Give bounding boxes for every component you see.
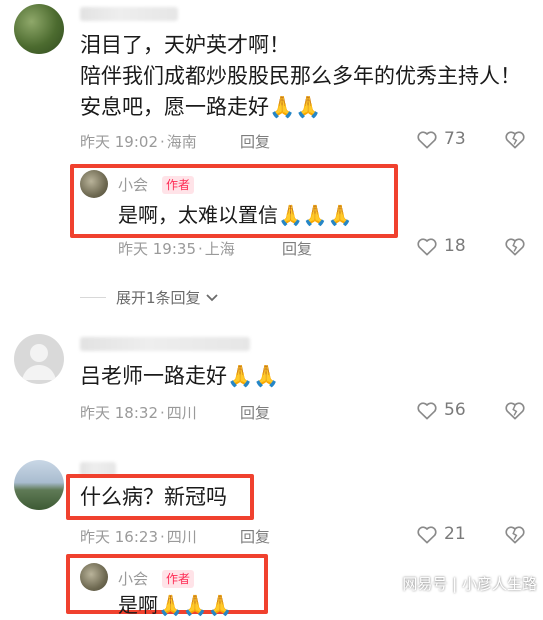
expand-divider	[80, 297, 106, 298]
comment-location: 海南	[166, 133, 197, 151]
like-button[interactable]: 56	[416, 400, 466, 420]
default-avatar-icon	[22, 344, 56, 380]
comment-time: 昨天 19:02	[80, 133, 158, 151]
expand-replies-button[interactable]: 展开1条回复	[116, 287, 219, 308]
like-count: 73	[444, 129, 466, 149]
like-button[interactable]: 18	[416, 236, 466, 256]
comment-location: 四川	[166, 528, 197, 546]
comment-line: 泪目了，天妒英才啊！	[80, 33, 290, 57]
comment-meta: 昨天 19:35 · 上海	[118, 240, 235, 258]
dislike-button[interactable]	[504, 400, 526, 424]
reply-button[interactable]: 回复	[240, 526, 270, 547]
heart-icon	[417, 131, 437, 149]
like-button[interactable]: 73	[416, 129, 466, 149]
reply-button[interactable]: 回复	[282, 238, 312, 259]
reply-text: 是啊🙏🙏🙏	[118, 593, 233, 617]
commenter-avatar[interactable]	[14, 334, 64, 384]
like-count: 21	[444, 524, 466, 544]
comment-line: 陪伴我们成都炒股股民那么多年的优秀主持人！	[80, 64, 521, 88]
broken-heart-icon	[505, 402, 525, 420]
author-avatar[interactable]	[80, 563, 108, 591]
like-count: 56	[444, 400, 466, 420]
comment-time: 昨天 18:32	[80, 404, 158, 422]
comment-time: 昨天 19:35	[118, 240, 196, 258]
author-avatar[interactable]	[80, 170, 108, 198]
heart-icon	[417, 402, 437, 420]
broken-heart-icon	[505, 238, 525, 256]
comment-location: 上海	[204, 240, 235, 258]
comment-meta: 昨天 16:23 · 四川	[80, 528, 197, 546]
dislike-button[interactable]	[504, 524, 526, 548]
commenter-name-blurred[interactable]	[80, 7, 178, 21]
like-count: 18	[444, 236, 466, 256]
heart-icon	[417, 238, 437, 256]
dislike-button[interactable]	[504, 129, 526, 153]
comment-meta: 昨天 19:02 · 海南	[80, 133, 197, 151]
heart-icon	[417, 526, 437, 544]
broken-heart-icon	[505, 131, 525, 149]
comment-location: 四川	[166, 404, 197, 422]
watermark: 网易号 | 小彦人生路	[402, 575, 537, 593]
author-badge: 作者	[162, 570, 195, 588]
dislike-button[interactable]	[504, 236, 526, 260]
broken-heart-icon	[505, 526, 525, 544]
comment-line: 吕老师一路走好🙏🙏	[80, 364, 280, 388]
comment-line: 安息吧，愿一路走好🙏🙏	[80, 95, 322, 119]
expand-replies-label: 展开1条回复	[116, 289, 201, 307]
comment-line: 什么病？新冠吗	[80, 485, 227, 509]
like-button[interactable]: 21	[416, 524, 466, 544]
comment-meta: 昨天 18:32 · 四川	[80, 404, 197, 422]
chevron-down-icon	[205, 293, 218, 301]
reply-button[interactable]: 回复	[240, 131, 270, 152]
commenter-name-blurred[interactable]	[80, 337, 250, 351]
comment-time: 昨天 16:23	[80, 528, 158, 546]
reply-text: 是啊，太难以置信🙏🙏🙏	[118, 203, 353, 227]
reply-button[interactable]: 回复	[240, 402, 270, 423]
author-badge: 作者	[162, 176, 195, 194]
commenter-avatar[interactable]	[14, 460, 64, 510]
commenter-avatar[interactable]	[14, 4, 64, 54]
author-name[interactable]: 小会	[118, 174, 148, 195]
author-name[interactable]: 小会	[118, 568, 148, 589]
